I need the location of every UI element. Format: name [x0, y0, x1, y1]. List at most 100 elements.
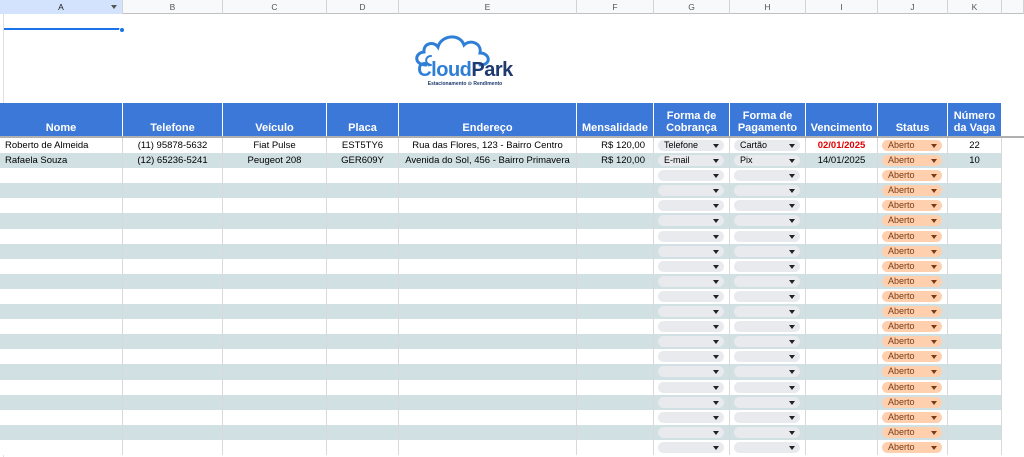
cell-placa[interactable] [327, 304, 399, 320]
cell-telefone[interactable] [123, 439, 223, 455]
cell-nome[interactable] [0, 288, 123, 305]
forma-pagamento-dropdown[interactable] [734, 260, 800, 272]
cell-status[interactable]: Aberto [878, 183, 948, 199]
cell-endereco[interactable] [399, 334, 577, 350]
cell-veiculo[interactable] [223, 273, 327, 289]
cell-telefone[interactable] [123, 258, 223, 274]
header-endereco[interactable]: Endereço [399, 103, 577, 137]
cell-vencimento[interactable] [806, 168, 878, 184]
cell-vencimento[interactable] [806, 319, 878, 335]
cell-numero-vaga[interactable] [948, 409, 1002, 425]
cell-forma-cobranca[interactable] [654, 243, 730, 259]
status-dropdown[interactable]: Aberto [882, 275, 942, 287]
forma-cobranca-dropdown[interactable] [658, 426, 724, 438]
forma-pagamento-dropdown[interactable] [734, 321, 800, 333]
cell-mensalidade[interactable]: R$ 120,00 [577, 138, 654, 154]
cell-vencimento[interactable] [806, 424, 878, 440]
cell-mensalidade[interactable] [577, 304, 654, 320]
status-dropdown[interactable]: Aberto [882, 321, 942, 333]
forma-cobranca-dropdown[interactable] [658, 170, 724, 182]
cell-status[interactable]: Aberto [878, 424, 948, 440]
cell-placa[interactable] [327, 439, 399, 455]
cell-mensalidade[interactable] [577, 364, 654, 380]
cell-endereco[interactable] [399, 213, 577, 229]
forma-pagamento-dropdown[interactable] [734, 366, 800, 378]
cell-endereco[interactable] [399, 394, 577, 410]
cell-numero-vaga[interactable] [948, 258, 1002, 274]
cell-forma-cobranca[interactable] [654, 168, 730, 184]
cell-forma-pagamento[interactable] [730, 273, 806, 289]
cell-vencimento[interactable] [806, 183, 878, 199]
column-header-b[interactable]: B [123, 0, 223, 14]
cell-nome[interactable] [0, 198, 123, 214]
column-header-d[interactable]: D [327, 0, 399, 14]
cell-telefone[interactable]: (11) 95878-5632 [123, 138, 223, 154]
cell-endereco[interactable] [399, 228, 577, 244]
status-dropdown[interactable]: Aberto [882, 260, 942, 272]
cell-nome[interactable] [0, 258, 123, 274]
cell-mensalidade[interactable] [577, 409, 654, 425]
cell-numero-vaga[interactable] [948, 273, 1002, 289]
forma-cobranca-dropdown[interactable] [658, 230, 724, 242]
cell-telefone[interactable] [123, 288, 223, 305]
cell-nome[interactable] [0, 243, 123, 259]
cell-status[interactable]: Aberto [878, 168, 948, 184]
forma-pagamento-dropdown[interactable] [734, 290, 800, 302]
column-header-k[interactable]: K [948, 0, 1002, 14]
status-dropdown[interactable]: Aberto [882, 441, 942, 453]
status-dropdown[interactable]: Aberto [882, 351, 942, 363]
cell-placa[interactable] [327, 198, 399, 214]
cell-nome[interactable] [0, 424, 123, 440]
cell-endereco[interactable] [399, 183, 577, 199]
cell-forma-pagamento[interactable] [730, 168, 806, 184]
column-header-j[interactable]: J [878, 0, 948, 14]
header-mensalidade[interactable]: Mensalidade [577, 103, 654, 137]
status-dropdown[interactable]: Aberto [882, 155, 942, 167]
column-header-c[interactable]: C [223, 0, 327, 14]
cell-forma-pagamento[interactable] [730, 424, 806, 440]
column-header-a[interactable]: A [0, 0, 123, 14]
cell-status[interactable]: Aberto [878, 304, 948, 320]
forma-cobranca-dropdown[interactable] [658, 275, 724, 287]
cell-mensalidade[interactable] [577, 228, 654, 244]
cell-mensalidade[interactable] [577, 379, 654, 395]
cell-status[interactable]: Aberto [878, 349, 948, 365]
header-nome[interactable]: Nome [0, 103, 123, 137]
cell-endereco[interactable] [399, 304, 577, 320]
cell-endereco[interactable]: Avenida do Sol, 456 - Bairro Primavera [399, 153, 577, 169]
cell-telefone[interactable]: (12) 65236-5241 [123, 153, 223, 169]
cell-veiculo[interactable] [223, 364, 327, 380]
cell-forma-pagamento[interactable] [730, 334, 806, 350]
cell-mensalidade[interactable] [577, 334, 654, 350]
forma-cobranca-dropdown[interactable] [658, 351, 724, 363]
cell-nome[interactable] [0, 349, 123, 365]
cell-mensalidade[interactable] [577, 394, 654, 410]
cell-forma-pagamento[interactable] [730, 349, 806, 365]
cell-nome[interactable] [0, 364, 123, 380]
cell-nome[interactable]: Roberto de Almeida [0, 138, 123, 154]
column-header-h[interactable]: H [730, 0, 806, 14]
cell-telefone[interactable] [123, 394, 223, 410]
cell-numero-vaga[interactable] [948, 288, 1002, 305]
column-header-i[interactable]: I [806, 0, 878, 14]
cell-veiculo[interactable] [223, 228, 327, 244]
cell-telefone[interactable] [123, 213, 223, 229]
cell-nome[interactable] [0, 394, 123, 410]
cell-nome[interactable] [0, 304, 123, 320]
cell-endereco[interactable] [399, 273, 577, 289]
status-dropdown[interactable]: Aberto [882, 336, 942, 348]
cell-vencimento[interactable] [806, 334, 878, 350]
status-dropdown[interactable]: Aberto [882, 170, 942, 182]
cell-telefone[interactable] [123, 334, 223, 350]
cell-forma-pagamento[interactable] [730, 409, 806, 425]
cell-telefone[interactable] [123, 243, 223, 259]
cell-placa[interactable] [327, 213, 399, 229]
cell-forma-pagamento[interactable] [730, 379, 806, 395]
forma-pagamento-dropdown[interactable] [734, 396, 800, 408]
cell-nome[interactable] [0, 168, 123, 184]
cell-nome[interactable] [0, 228, 123, 244]
cell-forma-cobranca[interactable] [654, 228, 730, 244]
forma-pagamento-dropdown[interactable] [734, 215, 800, 227]
forma-pagamento-dropdown[interactable]: Cartão [734, 140, 800, 151]
cell-status[interactable]: Aberto [878, 153, 948, 169]
